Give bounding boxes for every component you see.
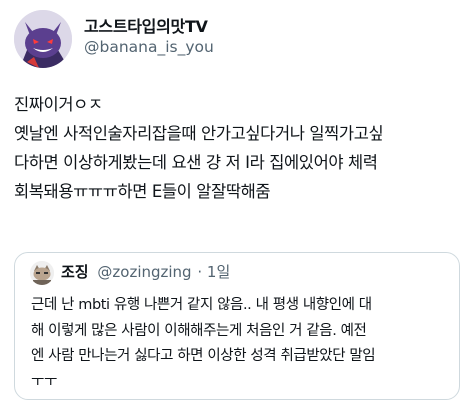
- quote-text: 근데 난 mbti 유행 나쁜거 같지 않음.. 내 평생 내향인에 대 해 이…: [31, 293, 457, 395]
- quote-author-avatar: [30, 261, 54, 285]
- quote-author-handle[interactable]: @zozingzing: [97, 263, 191, 281]
- author-display-name[interactable]: 고스트타입의맛TV: [84, 13, 208, 37]
- quote-header: 조징 @zozingzing · 1일: [61, 261, 230, 283]
- quote-author-name[interactable]: 조징: [61, 263, 89, 281]
- tweet-line: 회복돼용ㅠㅠㅠ하면 E들이 알잘딱해줌: [14, 182, 271, 201]
- profile-avatar[interactable]: [14, 10, 72, 68]
- quote-tweet-card[interactable]: 조징 @zozingzing · 1일 근데 난 mbti 유행 나쁜거 같지 …: [14, 252, 460, 400]
- quote-line: 근데 난 mbti 유행 나쁜거 같지 않음.. 내 평생 내향인에 대: [31, 297, 372, 313]
- ghost-character-icon: [14, 10, 72, 68]
- cat-character-icon: [30, 261, 54, 285]
- quote-line: ㅜㅜ: [31, 373, 57, 390]
- tweet-line: 진짜이거ㅇㅈ: [14, 95, 103, 114]
- author-handle[interactable]: @banana_is_you: [84, 38, 214, 56]
- quote-line: 엔 사람 만나는거 싫다고 하면 이상한 성격 취급받았단 말임: [31, 348, 376, 364]
- quote-timestamp: · 1일: [197, 263, 231, 281]
- tweet-text: 진짜이거ㅇㅈ 옛날엔 사적인술자리잡을때 안가고싶다거나 일찍가고싶 다하면 이…: [14, 90, 470, 206]
- quote-line: 해 이렇게 많은 사람이 이해해주는게 처음인 거 같음. 예전: [31, 322, 367, 339]
- tweet-line: 옛날엔 사적인술자리잡을때 안가고싶다거나 일찍가고싶: [14, 124, 384, 143]
- tweet-line: 다하면 이상하게봤는데 요샌 걍 저 I라 집에있어야 체력: [14, 153, 378, 172]
